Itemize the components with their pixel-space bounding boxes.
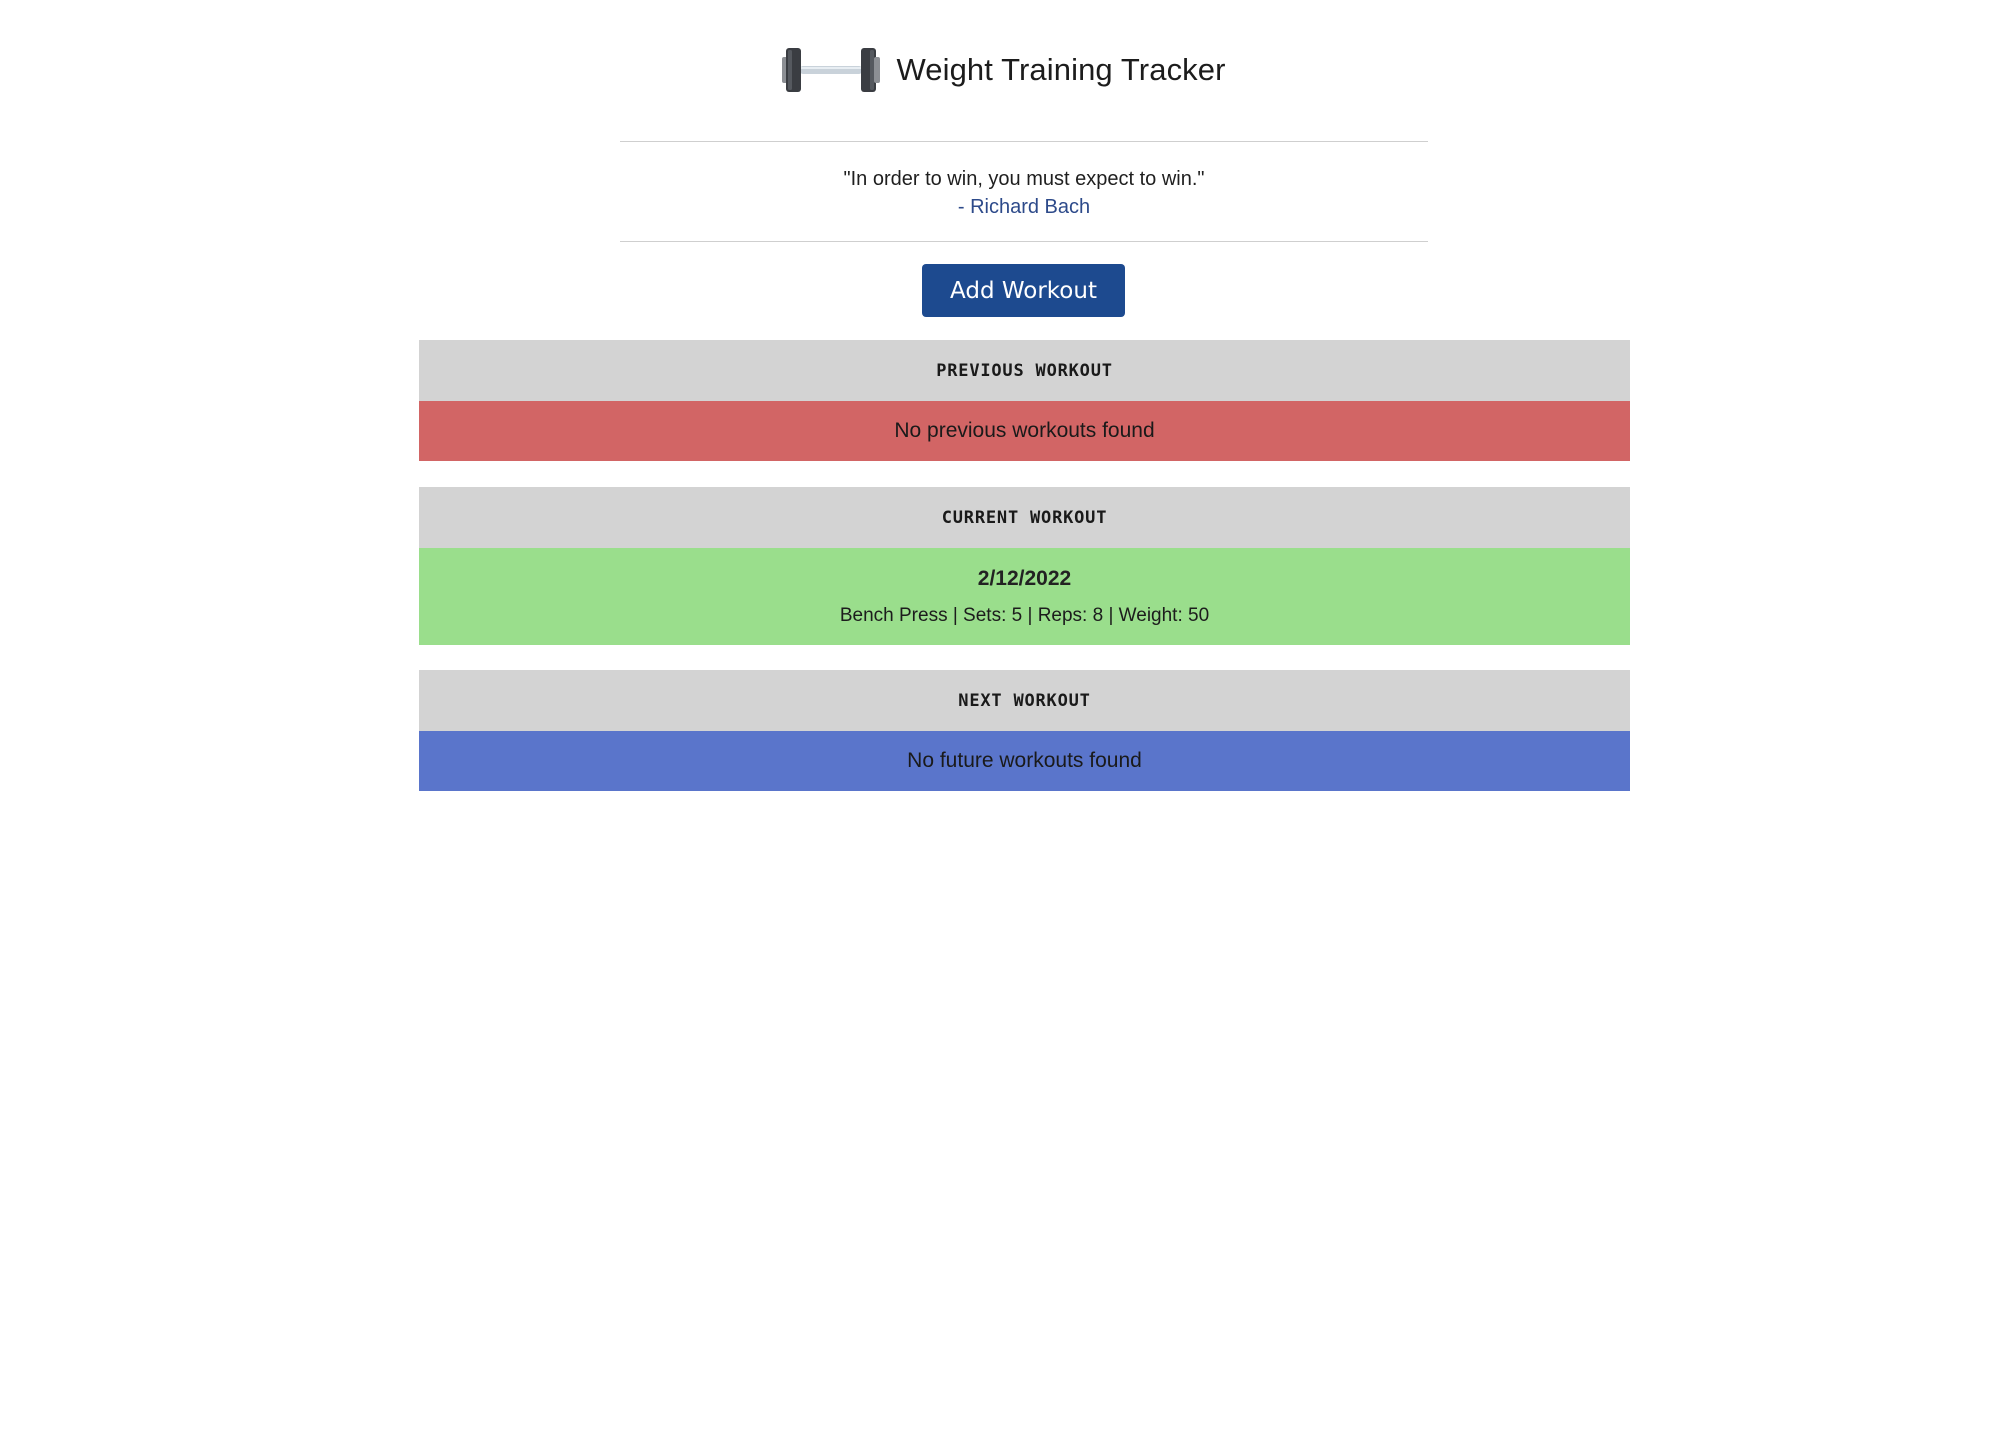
app-header: Weight Training Tracker [0,44,2012,96]
quote-attribution: - Richard Bach [620,193,1428,221]
dumbbell-icon [782,48,881,92]
next-workout-heading: NEXT WORKOUT [419,670,1630,731]
previous-workout-empty-message: No previous workouts found [419,401,1630,461]
previous-workout-section: PREVIOUS WORKOUT No previous workouts fo… [419,340,1630,461]
app-title: Weight Training Tracker [896,52,1226,87]
previous-workout-heading: PREVIOUS WORKOUT [419,340,1630,401]
quote-dash: - [957,196,971,218]
workout-date: 2/12/2022 [977,566,1072,590]
workout-entry: Bench Press | Sets: 5 | Reps: 8 | Weight… [839,604,1210,626]
add-workout-button[interactable]: Add Workout [922,264,1125,317]
quote-text: "In order to win, you must expect to win… [843,168,1205,190]
next-workout-empty-message: No future workouts found [419,731,1630,791]
next-workout-section: NEXT WORKOUT No future workouts found [419,670,1630,791]
current-workout-body: 2/12/2022 Bench Press | Sets: 5 | Reps: … [419,548,1630,645]
current-workout-heading: CURRENT WORKOUT [419,487,1630,548]
quote-author-link[interactable]: Richard Bach [970,196,1090,218]
quote-block: "In order to win, you must expect to win… [620,141,1428,242]
header-brand: Weight Training Tracker [782,44,1225,96]
current-workout-section: CURRENT WORKOUT 2/12/2022 Bench Press | … [419,487,1630,645]
